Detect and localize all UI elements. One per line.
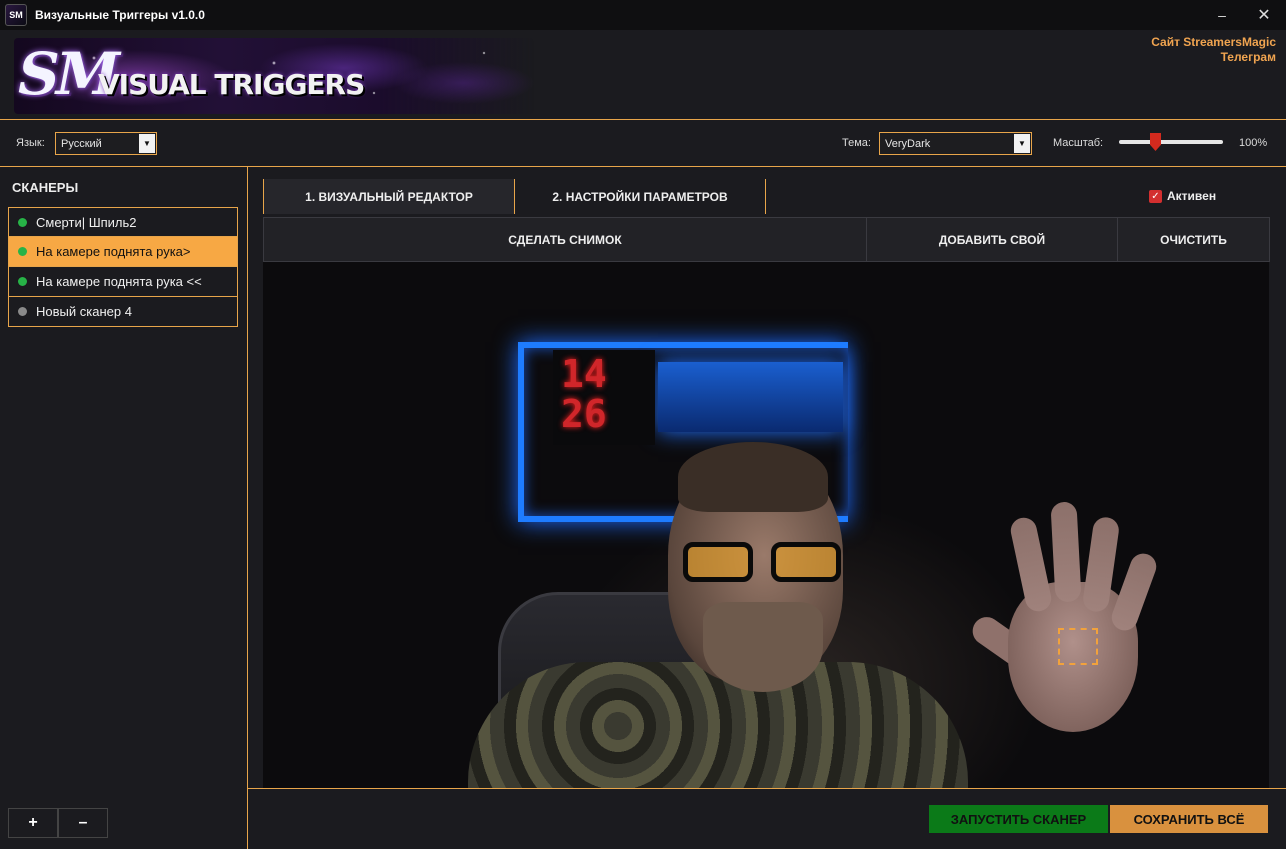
scale-label: Масштаб: <box>1053 137 1104 149</box>
status-on-icon <box>18 217 27 227</box>
clock-hours: 14 <box>561 352 607 396</box>
language-label: Язык: <box>16 137 45 149</box>
scanners-title: СКАНЕРЫ <box>12 180 79 195</box>
tab-parameters[interactable]: 2. НАСТРОЙКИ ПАРАМЕТРОВ <box>515 179 766 214</box>
status-on-icon <box>18 247 27 256</box>
scanner-item[interactable]: На камере поднята рука << <box>8 267 238 297</box>
status-off-icon <box>18 307 27 316</box>
scanner-label: На камере поднята рука> <box>36 244 191 259</box>
chevron-down-icon[interactable]: ▼ <box>139 134 155 153</box>
window-title: Визуальные Триггеры v1.0.0 <box>35 8 205 22</box>
settings-row: Язык: Русский ▼ Тема: VeryDark ▼ Масштаб… <box>0 121 1286 167</box>
trigger-region-selection[interactable] <box>1058 628 1098 665</box>
scale-slider-track[interactable] <box>1119 140 1223 144</box>
scanner-item[interactable]: Смерти| Шпиль2 <box>8 207 238 237</box>
neon-shelf-top <box>658 362 843 432</box>
tab-visual-editor[interactable]: 1. ВИЗУАЛЬНЫЙ РЕДАКТОР <box>263 179 515 214</box>
glasses-lens-right <box>771 542 841 582</box>
chevron-down-icon[interactable]: ▼ <box>1014 134 1030 153</box>
scanner-item[interactable]: Новый сканер 4 <box>8 297 238 327</box>
active-label: Активен <box>1167 189 1217 203</box>
add-scanner-button[interactable]: + <box>8 808 58 838</box>
digital-clock: 14 26 <box>553 350 655 445</box>
status-on-icon <box>18 277 27 286</box>
scale-value: 100% <box>1239 137 1268 149</box>
remove-scanner-button[interactable]: – <box>58 808 108 838</box>
website-link[interactable]: Сайт StreamersMagic <box>1151 35 1276 50</box>
title-bar: SM Визуальные Триггеры v1.0.0 – ✕ <box>0 0 1286 30</box>
add-own-button[interactable]: ДОБАВИТЬ СВОЙ <box>867 218 1118 261</box>
scanner-list-controls: + – <box>8 808 108 838</box>
app-window: SM Визуальные Триггеры v1.0.0 – ✕ SM VIS… <box>0 0 1286 849</box>
telegram-link[interactable]: Телеграм <box>1151 50 1276 65</box>
glasses-lens-left <box>683 542 753 582</box>
snapshot-button[interactable]: СДЕЛАТЬ СНИМОК <box>264 218 867 261</box>
active-checkbox[interactable]: ✓ <box>1149 190 1162 203</box>
close-button[interactable]: ✕ <box>1244 0 1284 30</box>
person-hair <box>678 442 828 512</box>
scanner-item-selected[interactable]: На камере поднята рука> <box>8 237 238 267</box>
scanner-list: Смерти| Шпиль2 На камере поднята рука> Н… <box>8 207 238 327</box>
hand-finger <box>1008 515 1054 614</box>
header-links: Сайт StreamersMagic Телеграм <box>1151 35 1276 65</box>
clear-button[interactable]: ОЧИСТИТЬ <box>1118 218 1269 261</box>
person-body <box>468 662 968 788</box>
hand-finger <box>1050 501 1082 603</box>
language-value: Русский <box>61 137 102 150</box>
language-select[interactable]: Русский ▼ <box>55 132 157 155</box>
save-all-button[interactable]: СОХРАНИТЬ ВСЁ <box>1110 805 1268 833</box>
person-beard <box>703 602 823 692</box>
scanner-label: На камере поднята рука << <box>36 274 202 289</box>
theme-label: Тема: <box>842 137 871 149</box>
run-scanner-button[interactable]: ЗАПУСТИТЬ СКАНЕР <box>929 805 1108 833</box>
scanner-label: Смерти| Шпиль2 <box>36 214 137 230</box>
header-banner: SM VISUAL TRIGGERS Сайт StreamersMagic Т… <box>0 30 1286 120</box>
scanner-label: Новый сканер 4 <box>36 304 132 319</box>
app-icon: SM <box>5 4 27 26</box>
clock-minutes: 26 <box>561 392 607 436</box>
theme-select[interactable]: VeryDark ▼ <box>879 132 1032 155</box>
person-glasses <box>683 542 843 582</box>
app-logo: SM VISUAL TRIGGERS <box>14 38 534 114</box>
editor-toolbar: СДЕЛАТЬ СНИМОК ДОБАВИТЬ СВОЙ ОЧИСТИТЬ <box>263 217 1270 262</box>
scanners-panel: СКАНЕРЫ Смерти| Шпиль2 На камере поднята… <box>0 167 248 849</box>
logo-title-text: VISUAL TRIGGERS <box>98 68 365 101</box>
theme-value: VeryDark <box>885 137 931 150</box>
camera-preview[interactable]: 14 26 <box>263 262 1269 788</box>
minimize-button[interactable]: – <box>1202 0 1242 30</box>
